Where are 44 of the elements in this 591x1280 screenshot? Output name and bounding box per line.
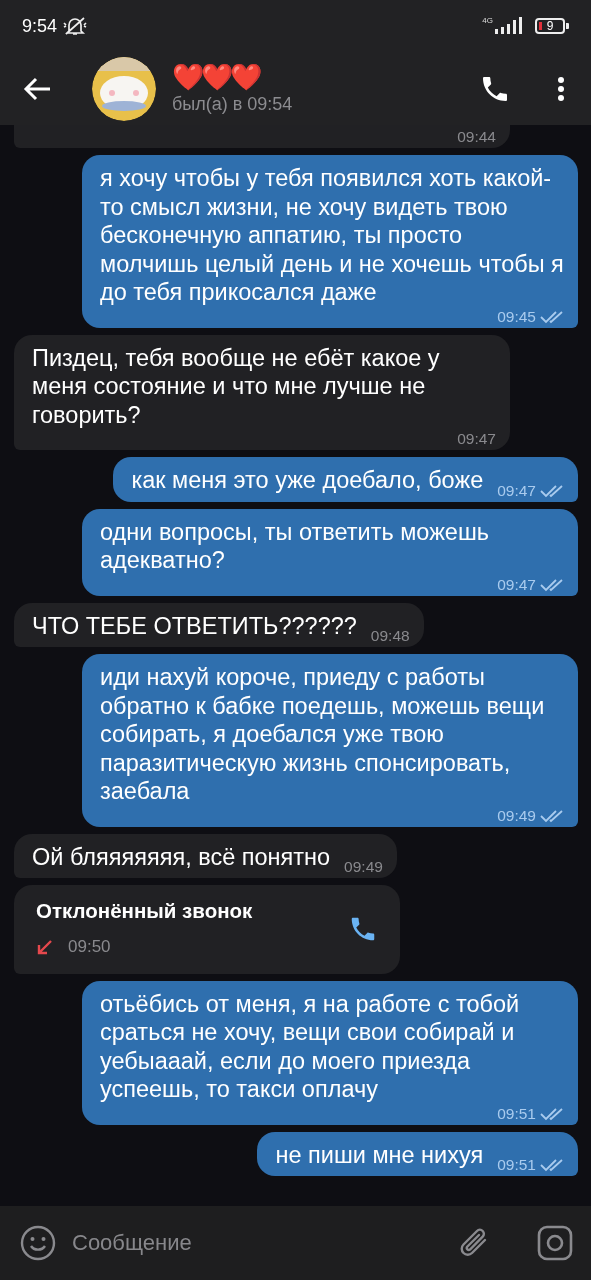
incoming-message-bubble[interactable]: Отклонённый звонок 09:50: [14, 885, 400, 974]
emoji-icon[interactable]: [20, 1225, 56, 1261]
outgoing-message-bubble[interactable]: отьёбись от меня, я на работе с тобой сраться не хочу, вещи свои собирай и уебыааай, если до моего приезда успеешь, то такси оплачу 09:51: [82, 980, 578, 1125]
incoming-message-bubble[interactable]: Ой бляяяяяяя, всё понятно 09:49: [14, 833, 397, 878]
message-composer[interactable]: Сообщение: [0, 1206, 591, 1280]
signal-icon: [495, 17, 525, 35]
message-time: 09:45: [497, 308, 536, 325]
outgoing-message-bubble[interactable]: как меня это уже доебало, боже 09:47: [113, 457, 578, 502]
outgoing-message-bubble[interactable]: иди нахуй короче, приеду с работы обратно к бабке поедешь, можешь вещи собирать, я доебался уже твою паразитическую жизнь спонсировать, заебала 09:49: [82, 654, 578, 827]
message-time: 09:48: [370, 628, 410, 644]
last-seen-status: был(а) в 09:54: [172, 94, 294, 115]
message-time: 09:47: [457, 431, 496, 447]
message-text: одни вопросы, ты ответить можешь адекватно?: [100, 517, 491, 575]
incoming-message-bubble[interactable]: 09:44: [14, 125, 510, 148]
message-text: иди нахуй короче, приеду с работы обратно к бабке поедешь, можешь вещи собирать, я доебался уже твою паразитическую жизнь спонсировать, заебала: [100, 663, 546, 806]
outgoing-message-bubble[interactable]: я хочу чтобы у тебя появился хоть какой-то смысл жизни, не хочу видеть твою бесконечную аппатию, ты просто молчишь целый день и не хочешь чтобы я до тебя прикосался даже 09:45: [82, 155, 578, 328]
outgoing-message-bubble[interactable]: не пиши мне нихуя 09:51: [257, 1131, 578, 1176]
incoming-message-bubble[interactable]: ЧТО ТЕБЕ ОТВЕТИТЬ?????? 09:48: [14, 602, 424, 647]
arrow-icon: [36, 938, 54, 957]
message-text: как меня это уже доебало, боже: [131, 466, 484, 495]
call-title: Отклонённый звонок: [36, 898, 254, 924]
message-text: Пиздец, тебя вообще не ебёт какое у меня состояние и что мне лучше не говорить?: [32, 343, 441, 429]
message-time: 09:47: [497, 482, 536, 499]
message-text: не пиши мне нихуя: [275, 1140, 484, 1169]
message-time: 09:51: [497, 1157, 536, 1173]
network-type: 4G: [482, 16, 493, 25]
message-text: отьёбись от меня, я на работе с тобой сраться не хочу, вещи свои собирай и уебыааай, если до моего приезда успеешь, то такси оплачу: [100, 989, 521, 1104]
muted-bell-icon: [63, 15, 88, 37]
message-text: ЧТО ТЕБЕ ОТВЕТИТЬ??????: [32, 611, 357, 640]
battery-level: 9: [535, 18, 565, 34]
chat-title: ❤❤❤: [172, 62, 261, 92]
message-time: 09:49: [497, 807, 536, 824]
message-time: 09:51: [497, 1105, 536, 1122]
incoming-message-bubble[interactable]: Пиздец, тебя вообще не ебёт какое у меня состояние и что мне лучше не говорить? 09:47: [14, 334, 510, 450]
camera-icon[interactable]: [537, 1225, 573, 1261]
outgoing-message-bubble[interactable]: одни вопросы, ты ответить можешь адекватно? 09:47: [82, 508, 578, 596]
status-time: 9:54: [22, 15, 58, 37]
message-time: 09:44: [457, 129, 496, 145]
message-time: 09:49: [344, 859, 383, 875]
message-input-field[interactable]: Сообщение: [72, 1223, 443, 1263]
message-time: 09:50: [68, 936, 111, 958]
message-time: 09:47: [497, 576, 536, 593]
message-text: Ой бляяяяяяя, всё понятно: [32, 842, 331, 871]
message-text: я хочу чтобы у тебя появился хоть какой-то смысл жизни, не хочу видеть твою бесконечную аппатию, ты просто молчишь целый день и не хочешь чтобы я до тебя прикосался даже: [100, 164, 564, 307]
